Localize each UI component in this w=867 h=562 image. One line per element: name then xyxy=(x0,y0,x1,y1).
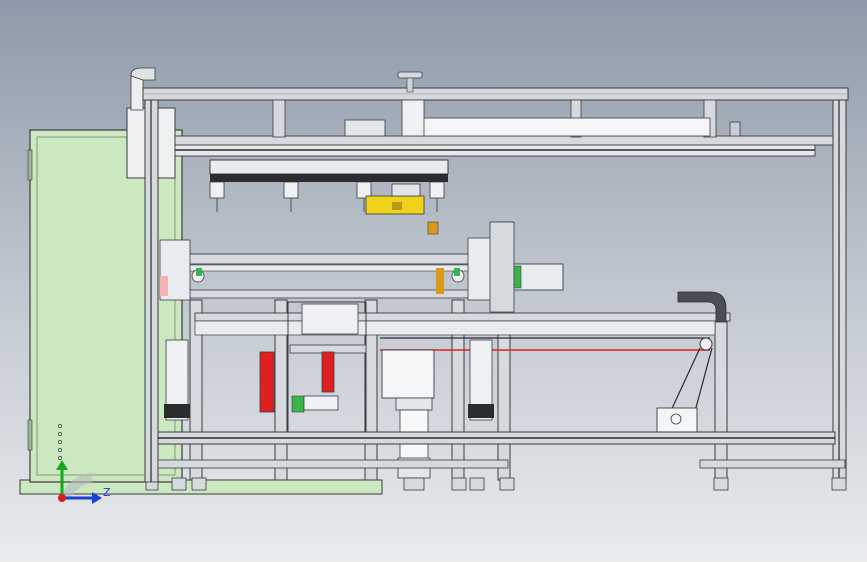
cylinder-end xyxy=(401,99,425,137)
green-hub xyxy=(454,268,460,276)
orange-rod xyxy=(436,268,444,294)
press-top xyxy=(301,303,359,335)
pneumatic-cylinder xyxy=(419,117,711,137)
pink-pad xyxy=(160,276,168,296)
long-conveyor-mid xyxy=(194,320,716,336)
green-actuator xyxy=(291,395,305,413)
green-hub xyxy=(196,268,202,276)
rail-bracket xyxy=(729,121,741,137)
axis-z-label: Z xyxy=(103,486,111,499)
origin-dot xyxy=(58,494,66,502)
gripper-head xyxy=(391,183,421,197)
cylinder-cap xyxy=(468,404,494,418)
electrical-cabinet xyxy=(29,129,183,483)
servo-motor xyxy=(381,349,435,399)
floor-beam xyxy=(699,459,846,469)
cabinet-hinge xyxy=(27,419,33,451)
cabinet-hinge xyxy=(27,149,33,181)
motor-bracket xyxy=(489,221,515,313)
motor-box xyxy=(656,407,698,433)
lift-foot xyxy=(403,477,425,491)
machine-assembly-side-view xyxy=(19,67,849,504)
top-post xyxy=(272,99,286,138)
idler-pulley xyxy=(699,337,713,351)
servo-flange xyxy=(395,397,433,411)
cad-viewport[interactable]: Z xyxy=(0,0,867,562)
floor-beam xyxy=(157,459,509,469)
mid-column xyxy=(714,319,728,481)
conveyor-lower xyxy=(184,289,506,299)
clamp-slot xyxy=(392,202,402,210)
actuator-body xyxy=(303,395,339,411)
red-bar xyxy=(321,351,335,393)
cylinder-knob xyxy=(397,71,423,79)
gantry-beam-lower xyxy=(210,174,448,182)
red-bar xyxy=(259,351,275,413)
gantry-beam xyxy=(209,159,449,175)
conveyor-upper xyxy=(164,253,506,265)
cylinder-cap xyxy=(164,404,190,418)
valve-block xyxy=(344,119,386,137)
cylinder-rod xyxy=(406,77,414,93)
orange-block xyxy=(427,221,439,235)
long-conveyor-top xyxy=(194,312,731,322)
